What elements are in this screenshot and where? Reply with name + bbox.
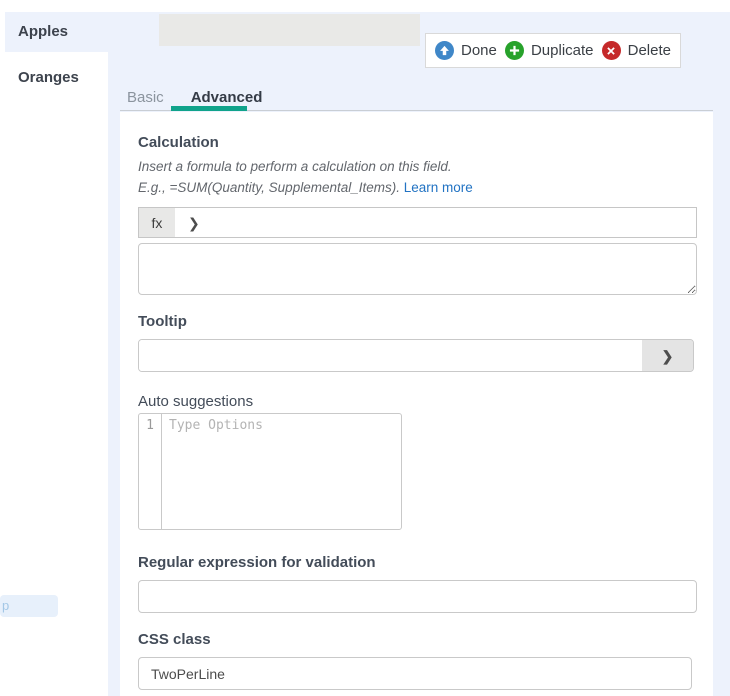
done-arrow-up-icon [435, 41, 454, 60]
selected-field-label[interactable]: Apples [18, 23, 68, 40]
tab-basic[interactable]: Basic [127, 86, 164, 110]
calculation-help-line2: E.g., =SUM(Quantity, Supplemental_Items)… [138, 180, 473, 195]
calculation-label: Calculation [138, 134, 219, 151]
formula-toolbar: fx ❯ [138, 207, 697, 238]
settings-tab-bar: Basic Advanced [120, 85, 713, 111]
clipped-chip: p [0, 595, 58, 617]
page-top-strip [0, 0, 730, 12]
regex-label: Regular expression for validation [138, 554, 376, 571]
formula-expand-chevron-right-icon[interactable]: ❯ [188, 216, 200, 230]
panel-content: Calculation Insert a formula to perform … [120, 112, 713, 696]
auto-suggestions-input[interactable]: Type Options [162, 414, 401, 529]
auto-suggestions-label: Auto suggestions [138, 393, 254, 410]
active-tab-indicator [171, 106, 247, 111]
field-action-toolbar: Done Duplicate Delete [425, 33, 681, 68]
learn-more-link[interactable]: Learn more [404, 180, 473, 195]
duplicate-plus-icon [504, 41, 524, 60]
auto-suggestions-editor: 1 Type Options [138, 413, 402, 530]
formula-textarea[interactable] [138, 243, 697, 295]
done-button[interactable]: Done [435, 41, 497, 60]
css-class-label: CSS class [138, 631, 211, 648]
calculation-help-line1: Insert a formula to perform a calculatio… [138, 159, 452, 174]
delete-button[interactable]: Delete [601, 41, 671, 60]
css-class-input[interactable] [138, 657, 692, 690]
delete-button-label: Delete [627, 42, 671, 59]
sidebar-item-oranges[interactable]: Oranges [18, 69, 79, 86]
duplicate-button[interactable]: Duplicate [504, 41, 594, 60]
done-button-label: Done [461, 42, 497, 59]
duplicate-button-label: Duplicate [530, 42, 594, 59]
field-title-input[interactable] [159, 14, 420, 46]
tooltip-expand-button[interactable]: ❯ [642, 340, 693, 371]
tooltip-chevron-right-icon: ❯ [661, 347, 674, 364]
editor-line-number: 1 [139, 414, 162, 529]
delete-x-icon [601, 41, 621, 60]
fx-button[interactable]: fx [139, 208, 175, 237]
clipped-chip-text: p [2, 598, 10, 613]
regex-input[interactable] [138, 580, 697, 613]
tooltip-input[interactable] [139, 340, 642, 371]
page-corner [0, 12, 5, 52]
tooltip-input-group: ❯ [138, 339, 694, 372]
tooltip-label: Tooltip [138, 313, 187, 330]
